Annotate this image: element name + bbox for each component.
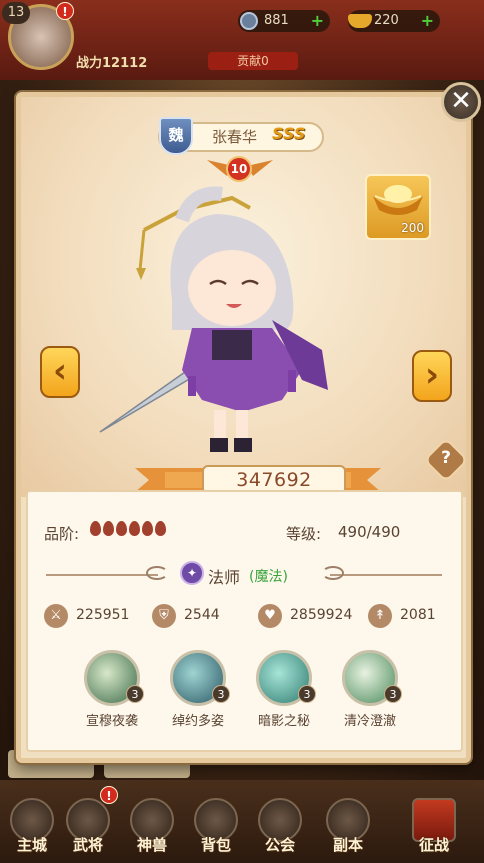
nav-label: 公会 xyxy=(264,836,295,854)
nav-main-city[interactable]: 主城 xyxy=(6,798,58,854)
grade-pip-icon xyxy=(103,521,114,536)
gold-ingot-icon xyxy=(348,14,372,28)
boot-icon: ↟ xyxy=(368,604,392,628)
divider-right xyxy=(330,574,442,576)
shield-icon: ⛨ xyxy=(152,604,176,628)
divider-curl-left-icon xyxy=(146,566,168,580)
level-value: 490/490 xyxy=(338,523,401,541)
power-prefix: 战力 xyxy=(76,56,103,71)
hp-value: 2859924 xyxy=(290,607,353,623)
grade-pip-icon xyxy=(116,521,127,536)
gold-ingot-icon xyxy=(373,185,423,215)
grade-pip-icon xyxy=(90,521,101,536)
nav-label: 背包 xyxy=(200,836,231,854)
close-button[interactable]: ✕ xyxy=(441,82,481,122)
ingot-shortcut[interactable]: 200 xyxy=(365,174,431,240)
grade-pip-icon xyxy=(155,521,166,536)
class-type: (魔法) xyxy=(249,569,288,585)
avatar-alert-icon: ! xyxy=(56,2,74,20)
speed-value: 2081 xyxy=(400,607,436,623)
generals-alert-icon: ! xyxy=(100,786,118,804)
sword-icon: ⚔ xyxy=(44,604,68,628)
skill-4-name: 清冷澄澈 xyxy=(343,714,396,729)
skill-1-name: 宣穆夜袭 xyxy=(85,714,138,729)
nav-label: 副本 xyxy=(332,836,363,854)
grade-pip-icon xyxy=(129,521,140,536)
nav-label: 主城 xyxy=(16,836,47,854)
top-bar: 13 ! 881 + 220 + 战力12112 贡献0 xyxy=(0,0,484,80)
hero-name: 张春华 xyxy=(212,128,258,146)
defense-value: 2544 xyxy=(184,607,220,623)
nav-guild[interactable]: 公会 xyxy=(254,798,306,854)
power-value: 12112 xyxy=(102,56,148,71)
add-gold-icon[interactable]: + xyxy=(421,10,434,32)
skill-3-name: 暗影之秘 xyxy=(257,714,310,729)
skill-2-level: 3 xyxy=(212,685,230,703)
grade-pips xyxy=(90,521,168,539)
ingot-count: 200 xyxy=(401,221,424,235)
class-name: 法师 xyxy=(208,568,241,587)
nav-beasts[interactable]: 神兽 xyxy=(126,798,178,854)
skill-4-level: 3 xyxy=(384,685,402,703)
gold-value: 220 xyxy=(374,13,399,28)
divider-curl-right-icon xyxy=(322,566,344,580)
bottom-nav: 主城 武将 ! 神兽 背包 公会 副本 征战 xyxy=(0,780,484,863)
add-silver-icon[interactable]: + xyxy=(311,10,324,32)
star-level-badge: 10 xyxy=(226,156,252,182)
next-hero-button[interactable]: › xyxy=(412,350,452,402)
nav-bag[interactable]: 背包 xyxy=(190,798,242,854)
player-level-badge: 13 xyxy=(2,2,30,24)
help-icon: ? xyxy=(441,448,451,468)
nav-campaign[interactable]: 征战 xyxy=(408,798,460,854)
prev-hero-button[interactable]: ‹ xyxy=(40,346,80,398)
faction-shield-icon: 魏 xyxy=(159,117,193,155)
silver-value: 881 xyxy=(264,13,289,28)
skill-3-level: 3 xyxy=(298,685,316,703)
skill-1-level: 3 xyxy=(126,685,144,703)
player-power: 战力12112 xyxy=(76,52,147,71)
grade-pip-icon xyxy=(142,521,153,536)
attack-value: 225951 xyxy=(76,607,130,623)
mage-class-icon: ✦ xyxy=(180,561,204,585)
nav-generals[interactable]: 武将 ! xyxy=(62,786,118,854)
nav-dungeon[interactable]: 副本 xyxy=(322,798,374,854)
skill-2-name: 绰约多姿 xyxy=(171,714,224,729)
heart-icon: ♥ xyxy=(258,604,282,628)
nav-label: 武将 xyxy=(72,836,103,854)
hero-portrait xyxy=(99,186,328,452)
silver-coin-icon xyxy=(240,12,258,30)
contribution-badge: 贡献0 xyxy=(208,52,298,70)
nav-label: 神兽 xyxy=(136,836,167,854)
grade-label: 品阶: xyxy=(44,525,80,543)
gold-resource[interactable]: 220 + xyxy=(348,10,440,32)
hero-rarity: SSS xyxy=(272,124,306,143)
divider-left xyxy=(46,574,158,576)
level-label: 等级: xyxy=(286,525,322,543)
nav-label: 征战 xyxy=(418,836,449,854)
silver-resource[interactable]: 881 + xyxy=(238,10,330,32)
